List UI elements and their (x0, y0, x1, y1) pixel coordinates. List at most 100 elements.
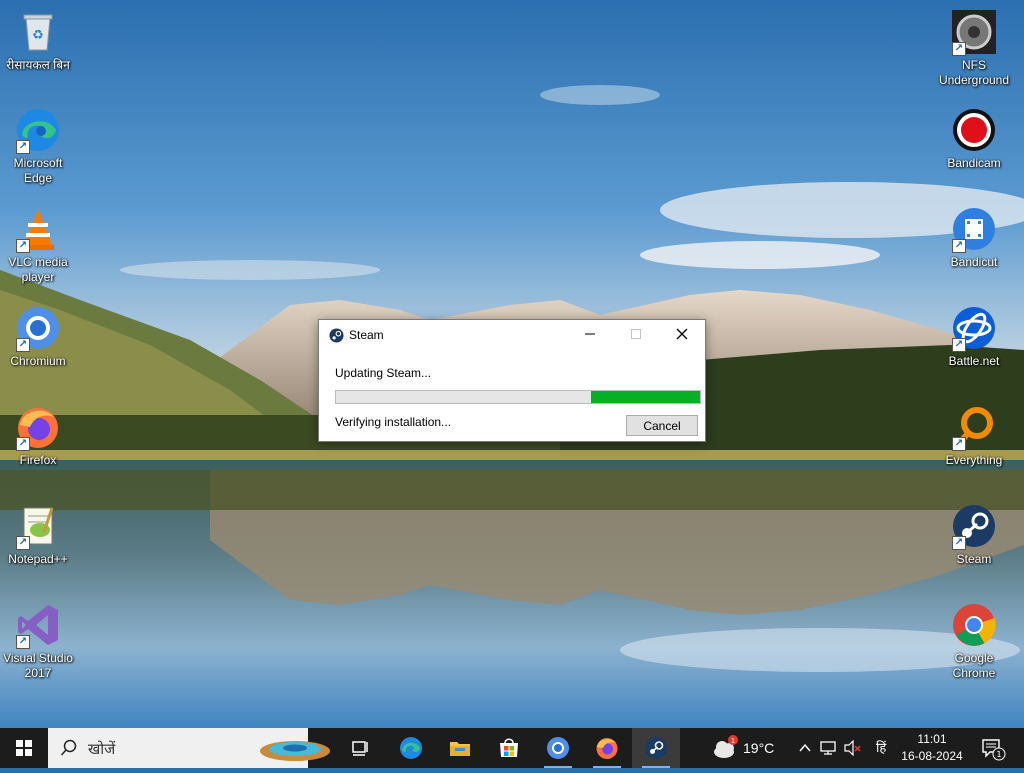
clock-date: 16-08-2024 (901, 749, 963, 763)
taskbar-firefox[interactable] (583, 728, 631, 768)
desktop-icon-battlenet[interactable]: ↗ Battle.net (936, 304, 1012, 369)
network-icon (820, 741, 836, 755)
taskbar-search-box[interactable]: खोजें (48, 728, 330, 768)
close-icon (676, 328, 688, 340)
desktop-icon-everything[interactable]: ↗ Everything (936, 403, 1012, 468)
desktop-icon-visual-studio[interactable]: ↗ Visual Studio 2017 (0, 601, 76, 681)
desktop-icon-label: रीसायकल बिन (6, 58, 70, 72)
everything-icon: ↗ (950, 403, 998, 451)
shortcut-arrow-icon: ↗ (952, 536, 966, 550)
weather-badge: 1 (731, 737, 735, 745)
search-placeholder: खोजें (88, 741, 116, 758)
steam-icon: ↗ (950, 502, 998, 550)
taskbar-clock[interactable]: 11:01 16-08-2024 (900, 731, 964, 765)
dialog-status-text: Updating Steam... (335, 366, 432, 380)
desktop-icon-vlc[interactable]: ↗ VLC media player (0, 205, 76, 285)
shortcut-arrow-icon: ↗ (16, 437, 30, 451)
update-progress-bar (335, 390, 701, 404)
close-button[interactable] (659, 320, 705, 350)
shortcut-arrow-icon: ↗ (16, 239, 30, 253)
clock-time: 11:01 (917, 732, 947, 746)
desktop-icon-label: Bandicut (950, 255, 998, 269)
desktop-icon-notepadpp[interactable]: ↗ Notepad++ (0, 502, 76, 567)
show-hidden-icons-button[interactable] (796, 728, 814, 768)
notepadpp-icon: ↗ (14, 502, 62, 550)
dialog-title: Steam (349, 328, 384, 342)
weather-widget[interactable]: 1 (708, 728, 742, 768)
taskbar-file-explorer[interactable] (436, 728, 484, 768)
store-icon (500, 738, 518, 757)
progress-bar-fill (590, 391, 700, 403)
cancel-button[interactable]: Cancel (626, 415, 698, 436)
chromium-icon: ↗ (14, 304, 62, 352)
taskbar-task-view[interactable] (336, 728, 384, 768)
taskbar-steam[interactable] (632, 728, 680, 768)
taskbar-chromium[interactable] (534, 728, 582, 768)
bandicut-icon: ↗ (950, 205, 998, 253)
shortcut-arrow-icon: ↗ (16, 140, 30, 154)
weather-temperature[interactable]: 19°C (743, 740, 774, 756)
desktop-icon-steam[interactable]: ↗ Steam (936, 502, 1012, 567)
dialog-titlebar[interactable]: Steam (319, 320, 705, 350)
nfs-icon: ↗ (950, 8, 998, 56)
shortcut-arrow-icon: ↗ (952, 42, 966, 56)
desktop-icon-nfs-underground[interactable]: ↗ NFS Underground (936, 8, 1012, 88)
desktop-icon-chromium[interactable]: ↗ Chromium (0, 304, 76, 369)
desktop-icon-label: Notepad++ (8, 552, 68, 566)
shortcut-arrow-icon: ↗ (16, 536, 30, 550)
bandicam-icon (950, 106, 998, 154)
visual-studio-icon: ↗ (14, 601, 62, 649)
firefox-icon (596, 738, 618, 759)
shortcut-arrow-icon: ↗ (16, 635, 30, 649)
action-center-button[interactable]: 1 (980, 736, 1006, 767)
dialog-detail-text: Verifying installation... (335, 415, 452, 429)
desktop-icon-label: Google Chrome (952, 651, 996, 680)
maximize-icon (631, 329, 641, 339)
desktop-icon-bandicam[interactable]: Bandicam (936, 106, 1012, 171)
desktop-icon-label: Microsoft Edge (13, 156, 63, 185)
minimize-icon (585, 333, 595, 335)
desktop-icon-bandicut[interactable]: ↗ Bandicut (936, 205, 1012, 270)
search-icon (60, 739, 77, 756)
shortcut-arrow-icon: ↗ (952, 437, 966, 451)
search-highlight-icon (260, 741, 330, 761)
recycle-bin-icon: ♻ (14, 8, 62, 56)
shortcut-arrow-icon: ↗ (952, 338, 966, 352)
chevron-up-icon (799, 743, 811, 752)
windows-logo-icon (16, 740, 32, 756)
file-explorer-icon (450, 742, 470, 756)
network-button[interactable] (818, 728, 840, 768)
desktop-icon-label: Chromium (10, 354, 66, 368)
taskbar-edge[interactable] (387, 728, 435, 768)
desktop-icon-google-chrome[interactable]: Google Chrome (936, 601, 1012, 681)
edge-icon: ↗ (14, 106, 62, 154)
firefox-icon: ↗ (14, 403, 62, 451)
desktop-icon-edge[interactable]: ↗ Microsoft Edge (0, 106, 76, 186)
volume-button[interactable] (842, 728, 864, 768)
start-button[interactable] (0, 728, 48, 768)
minimize-button[interactable] (567, 320, 613, 350)
svg-text:♻: ♻ (32, 28, 44, 43)
desktop-icon-label: Steam (956, 552, 992, 566)
taskbar: खोजें 1 19°C हिं 11:01 16-08-2024 1 (0, 728, 1024, 768)
taskbar-store[interactable] (485, 728, 533, 768)
edge-icon (400, 737, 422, 759)
vlc-icon: ↗ (14, 205, 62, 253)
steam-icon (329, 328, 344, 343)
input-language-indicator[interactable]: हिं (876, 738, 886, 756)
steam-icon (645, 737, 667, 759)
desktop-icon-recycle-bin[interactable]: ♻ रीसायकल बिन (0, 8, 76, 73)
steam-update-dialog: Steam Updating Steam... Verifying instal… (318, 319, 706, 442)
shortcut-arrow-icon: ↗ (952, 239, 966, 253)
chromium-icon (547, 737, 569, 759)
maximize-button (613, 320, 659, 350)
desktop-icon-label: Battle.net (948, 354, 1000, 368)
desktop-icon-label: NFS Underground (938, 58, 1010, 87)
notification-count: 1 (996, 750, 1001, 759)
desktop-icon-firefox[interactable]: ↗ Firefox (0, 403, 76, 468)
desktop-icon-label: Visual Studio 2017 (3, 651, 73, 680)
desktop-icon-label: VLC media player (8, 255, 68, 284)
battlenet-icon: ↗ (950, 304, 998, 352)
desktop-icon-label: Firefox (19, 453, 57, 467)
volume-muted-icon (844, 740, 861, 756)
